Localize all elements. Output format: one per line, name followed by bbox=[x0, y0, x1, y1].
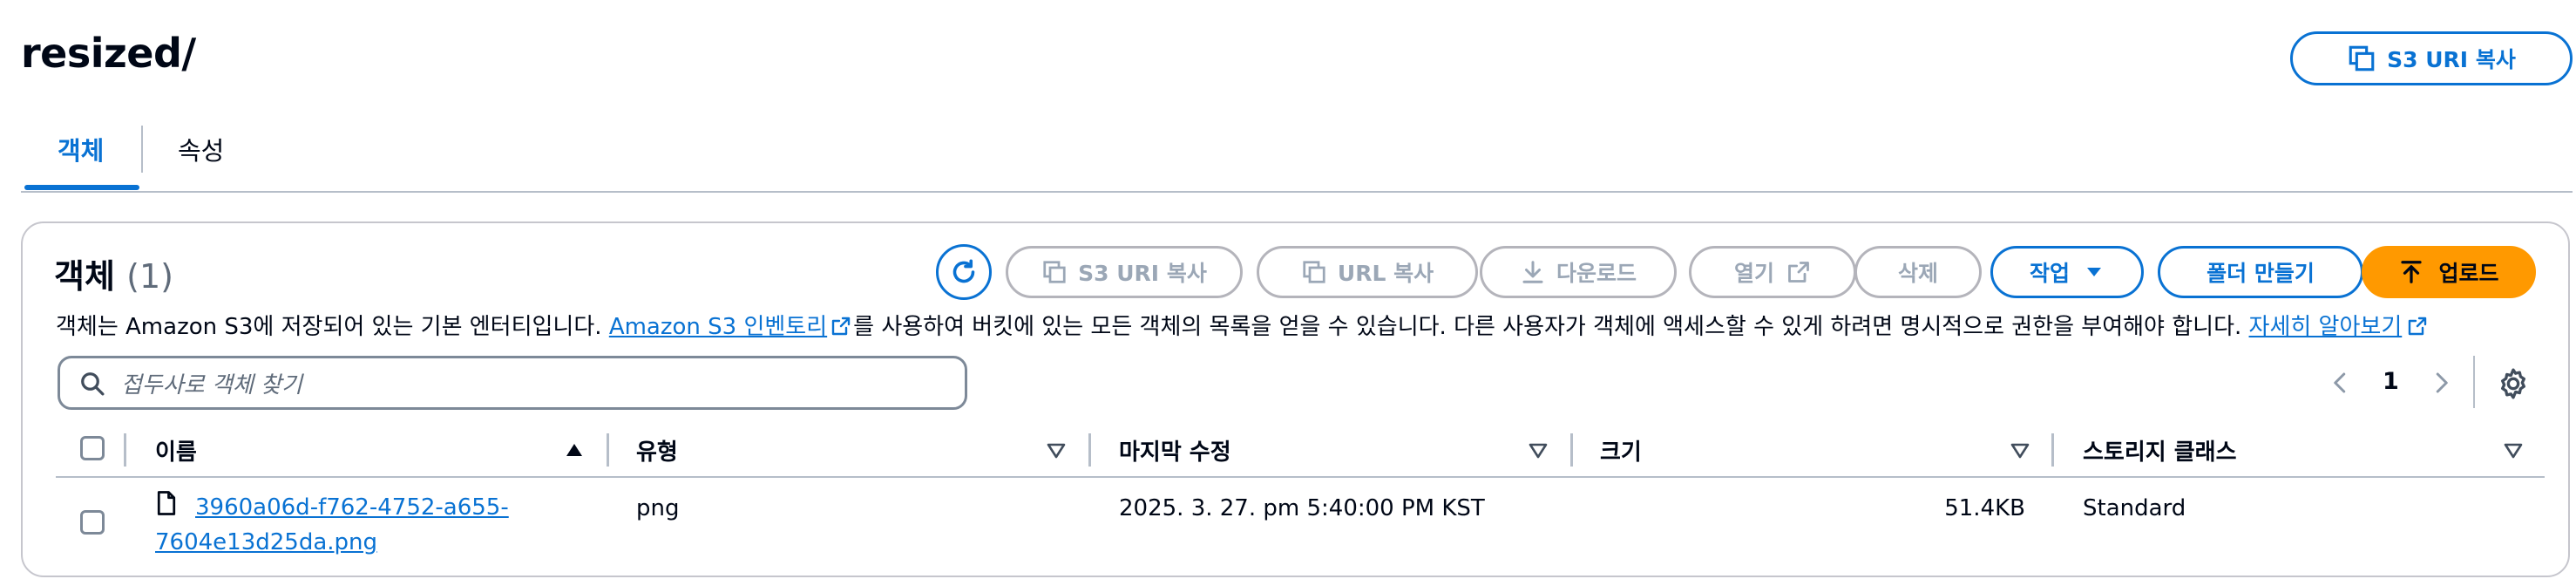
tab-divider bbox=[141, 126, 143, 173]
objects-count: (1) bbox=[126, 257, 173, 296]
upload-arrow-icon bbox=[2401, 261, 2423, 283]
copy-s3-uri-label: S3 URI 복사 bbox=[1078, 261, 1207, 286]
amazon-s3-inventory-link[interactable]: Amazon S3 인벤토리 bbox=[609, 314, 827, 340]
download-icon bbox=[1522, 261, 1543, 283]
refresh-icon bbox=[952, 259, 975, 283]
copy-icon bbox=[2349, 45, 2375, 72]
sort-descending-icon[interactable] bbox=[2503, 440, 2524, 461]
amazon-s3-inventory-link-label: Amazon S3 인벤토리 bbox=[608, 314, 828, 340]
objects-heading-label: 객체 bbox=[54, 257, 115, 296]
learn-more-link[interactable]: 자세히 알아보기 bbox=[2249, 314, 2403, 340]
description-text-2: 를 사용하여 버킷에 있는 모든 객체의 목록을 얻을 수 있습니다. 다른 사… bbox=[853, 314, 2249, 340]
column-header-last-modified[interactable]: 마지막 수정 bbox=[1119, 434, 1231, 467]
column-separator bbox=[1570, 433, 1573, 467]
settings-gear-icon[interactable] bbox=[2496, 366, 2531, 401]
tab-properties-label: 속성 bbox=[178, 136, 225, 166]
object-storage-class: Standard bbox=[2083, 495, 2186, 521]
column-separator bbox=[1088, 433, 1091, 467]
tab-properties[interactable]: 속성 bbox=[178, 131, 224, 167]
copy-s3-uri-header-label: S3 URI 복사 bbox=[2387, 47, 2516, 72]
pagination-divider bbox=[2473, 356, 2475, 408]
search-icon bbox=[81, 372, 105, 396]
active-tab-indicator bbox=[24, 185, 139, 190]
copy-s3-uri-header-button[interactable]: S3 URI 복사 bbox=[2290, 31, 2573, 85]
external-link-icon bbox=[2409, 317, 2427, 336]
column-separator bbox=[2051, 433, 2054, 467]
object-name-line2: 7604e13d25da.png bbox=[155, 529, 378, 555]
create-folder-label: 폴더 만들기 bbox=[2207, 261, 2315, 286]
create-folder-button[interactable]: 폴더 만들기 bbox=[2158, 246, 2363, 298]
copy-icon bbox=[1303, 261, 1325, 283]
objects-description: 객체는 Amazon S3에 저장되어 있는 기본 엔터티입니다. Amazon… bbox=[56, 309, 2428, 341]
delete-button[interactable]: 삭제 bbox=[1854, 246, 1982, 298]
external-link-icon bbox=[1788, 262, 1809, 283]
copy-url-button[interactable]: URL 복사 bbox=[1257, 246, 1478, 298]
actions-menu-button[interactable]: 작업 bbox=[1990, 246, 2144, 298]
page-number-1[interactable]: 1 bbox=[2383, 368, 2399, 395]
external-link-icon bbox=[831, 317, 851, 336]
sort-descending-icon[interactable] bbox=[1528, 440, 1549, 461]
column-header-size[interactable]: 크기 bbox=[1600, 434, 1642, 467]
open-button[interactable]: 열기 bbox=[1689, 246, 1856, 298]
download-label: 다운로드 bbox=[1556, 261, 1637, 286]
description-text-1: 객체는 Amazon S3에 저장되어 있는 기본 엔터티입니다. bbox=[56, 314, 609, 340]
delete-label: 삭제 bbox=[1897, 261, 1938, 286]
upload-button[interactable]: 업로드 bbox=[2362, 246, 2536, 298]
copy-icon bbox=[1043, 261, 1066, 283]
column-header-name[interactable]: 이름 bbox=[155, 434, 197, 467]
copy-s3-uri-button[interactable]: S3 URI 복사 bbox=[1006, 246, 1243, 298]
column-header-type[interactable]: 유형 bbox=[636, 434, 678, 467]
page-title: resized/ bbox=[21, 30, 196, 77]
search-input[interactable]: 접두사로 객체 찾기 bbox=[58, 356, 967, 410]
sort-ascending-icon[interactable] bbox=[564, 439, 585, 460]
download-button[interactable]: 다운로드 bbox=[1480, 246, 1677, 298]
open-label: 열기 bbox=[1733, 261, 1774, 286]
refresh-button[interactable] bbox=[936, 244, 992, 300]
tabs-divider bbox=[21, 191, 2573, 193]
select-all-checkbox[interactable] bbox=[80, 436, 105, 460]
object-name-line1: 3960a06d-f762-4752-a655- bbox=[195, 494, 509, 521]
column-separator bbox=[124, 433, 126, 467]
sort-descending-icon[interactable] bbox=[2010, 440, 2030, 461]
column-separator bbox=[607, 433, 609, 467]
column-header-storage-class[interactable]: 스토리지 클래스 bbox=[2083, 434, 2237, 467]
chevron-left-icon[interactable] bbox=[2328, 370, 2354, 396]
object-name-link[interactable]: 3960a06d-f762-4752-a655- 7604e13d25da.pn… bbox=[155, 490, 509, 560]
tab-objects-label: 객체 bbox=[58, 136, 105, 166]
chevron-right-icon[interactable] bbox=[2428, 370, 2454, 396]
object-type: png bbox=[636, 495, 680, 521]
tab-objects[interactable]: 객체 bbox=[58, 131, 104, 167]
sort-descending-icon[interactable] bbox=[1046, 440, 1067, 461]
objects-heading: 객체 (1) bbox=[54, 249, 173, 297]
actions-menu-label: 작업 bbox=[2029, 261, 2070, 286]
copy-url-label: URL 복사 bbox=[1337, 261, 1434, 286]
search-placeholder: 접두사로 객체 찾기 bbox=[121, 371, 302, 398]
caret-down-icon bbox=[2087, 268, 2101, 276]
learn-more-link-label: 자세히 알아보기 bbox=[2248, 314, 2403, 340]
upload-label: 업로드 bbox=[2438, 261, 2499, 286]
row-checkbox[interactable] bbox=[80, 510, 105, 535]
object-last-modified: 2025. 3. 27. pm 5:40:00 PM KST bbox=[1119, 495, 1485, 521]
object-size: 51.4KB bbox=[1944, 495, 2025, 521]
